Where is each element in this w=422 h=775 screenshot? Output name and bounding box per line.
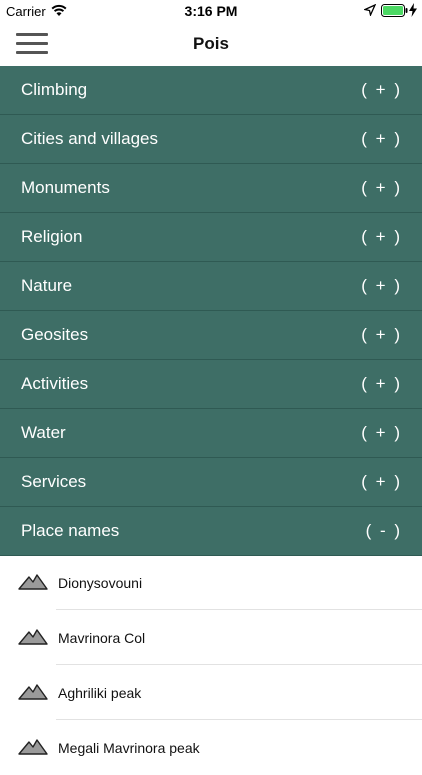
- list-item[interactable]: Aghriliki peak: [0, 665, 422, 720]
- expand-toggle[interactable]: ( + ): [361, 80, 402, 100]
- category-item-water[interactable]: Water ( + ): [0, 409, 422, 458]
- category-label: Cities and villages: [21, 129, 159, 148]
- place-name: Dionysovouni: [58, 575, 143, 591]
- category-label: Water: [21, 423, 66, 442]
- expand-toggle[interactable]: ( + ): [361, 374, 402, 394]
- expand-toggle[interactable]: ( + ): [361, 276, 402, 296]
- collapse-toggle[interactable]: ( - ): [366, 521, 402, 541]
- place-name: Aghriliki peak: [58, 685, 142, 701]
- list-item[interactable]: Mavrinora Col: [0, 610, 422, 665]
- category-label: Services: [21, 472, 87, 491]
- category-label: Activities: [21, 374, 89, 393]
- place-name: Megali Mavrinora peak: [58, 740, 200, 756]
- category-label: Place names: [21, 521, 120, 540]
- charging-icon: [409, 3, 417, 17]
- expand-toggle[interactable]: ( + ): [361, 472, 402, 492]
- battery-icon: [381, 4, 408, 17]
- category-item-cities[interactable]: Cities and villages ( + ): [0, 115, 422, 164]
- mountain-icon: [18, 574, 48, 590]
- expand-toggle[interactable]: ( + ): [361, 423, 402, 443]
- page-title: Pois: [193, 34, 229, 53]
- category-label: Religion: [21, 227, 83, 246]
- category-item-monuments[interactable]: Monuments ( + ): [0, 164, 422, 213]
- category-label: Climbing: [21, 80, 88, 99]
- category-item-activities[interactable]: Activities ( + ): [0, 360, 422, 409]
- location-icon: [364, 4, 376, 16]
- category-item-religion[interactable]: Religion ( + ): [0, 213, 422, 262]
- expand-toggle[interactable]: ( + ): [361, 325, 402, 345]
- nav-bar: Pois: [0, 22, 422, 66]
- expand-toggle[interactable]: ( + ): [361, 227, 402, 247]
- status-time: 3:16 PM: [184, 3, 238, 19]
- mountain-icon: [18, 629, 48, 645]
- place-name: Mavrinora Col: [58, 630, 146, 646]
- category-label: Nature: [21, 276, 73, 295]
- status-bar: Carrier 3:16 PM: [0, 0, 422, 22]
- category-list: Climbing ( + ) Cities and villages ( + )…: [0, 66, 422, 556]
- category-label: Monuments: [21, 178, 110, 197]
- expand-toggle[interactable]: ( + ): [361, 178, 402, 198]
- category-item-geosites[interactable]: Geosites ( + ): [0, 311, 422, 360]
- place-list: Dionysovouni Mavrinora Col Aghriliki pea…: [0, 555, 422, 775]
- category-item-climbing[interactable]: Climbing ( + ): [0, 66, 422, 115]
- mountain-icon: [18, 684, 48, 700]
- category-item-place-names[interactable]: Place names ( - ): [0, 507, 422, 556]
- category-label: Geosites: [21, 325, 89, 344]
- expand-toggle[interactable]: ( + ): [361, 129, 402, 149]
- category-item-nature[interactable]: Nature ( + ): [0, 262, 422, 311]
- mountain-icon: [18, 739, 48, 755]
- list-item[interactable]: Megali Mavrinora peak: [0, 720, 422, 775]
- category-item-services[interactable]: Services ( + ): [0, 458, 422, 507]
- list-item[interactable]: Dionysovouni: [0, 555, 422, 610]
